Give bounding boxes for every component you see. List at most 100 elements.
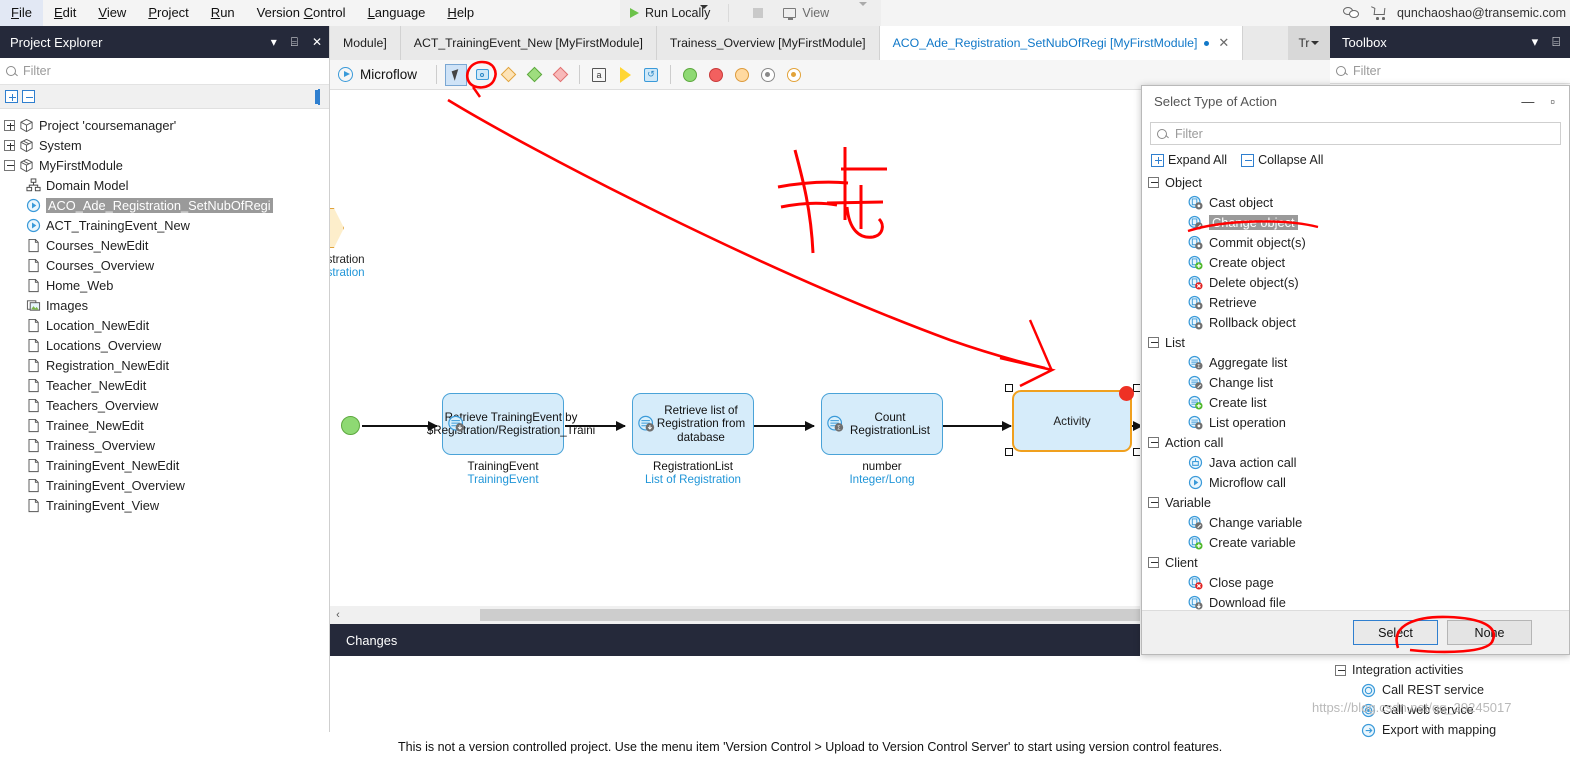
flow-node-retrieve-by-association[interactable]: Retrieve TrainingEvent by $Registration/… [442, 393, 564, 455]
tree-item-home-web[interactable]: Home_Web [0, 275, 329, 295]
tree-item-location-newedit[interactable]: Location_NewEdit [0, 315, 329, 335]
project-filter-input[interactable] [21, 63, 291, 79]
flow-start-event[interactable] [341, 416, 360, 435]
flow-node-activity-selected[interactable]: Activity [1012, 390, 1132, 452]
close-icon[interactable]: ✕ [305, 35, 329, 49]
cart-icon[interactable] [1371, 7, 1386, 20]
tab-overflow-button[interactable]: Tr [1288, 26, 1330, 60]
loop-tool-button[interactable]: ↺ [640, 64, 662, 86]
menu-item-project[interactable]: Project [137, 0, 199, 26]
menu-item-help[interactable]: Help [436, 0, 485, 26]
action-item-change-object[interactable]: Change object [1148, 212, 1569, 232]
tree-item-system[interactable]: System [0, 135, 329, 155]
changes-panel-header[interactable]: Changes [330, 624, 1140, 656]
action-group-list[interactable]: List [1148, 332, 1569, 352]
flow-node-retrieve-list[interactable]: Retrieve list of Registration from datab… [632, 393, 754, 455]
view-button[interactable]: View [775, 6, 837, 20]
tree-item-domain-model[interactable]: Domain Model [0, 175, 329, 195]
action-item-create-variable[interactable]: Create variable [1148, 532, 1569, 552]
action-item-change-list[interactable]: Change list [1148, 372, 1569, 392]
toolbox-item-export-with-mapping[interactable]: Export with mapping [1335, 720, 1570, 740]
dialog-filter-input[interactable] [1173, 126, 1503, 142]
tree-item-act-trainingevent-new[interactable]: ACT_TrainingEvent_New [0, 215, 329, 235]
scrollbar-thumb[interactable] [480, 609, 1140, 621]
action-item-close-page[interactable]: Close page [1148, 572, 1569, 592]
action-item-microflow-call[interactable]: Microflow call [1148, 472, 1569, 492]
tree-item-project-coursemanager[interactable]: Project 'coursemanager' [0, 115, 329, 135]
action-item-commit-object-s[interactable]: Commit object(s) [1148, 232, 1569, 252]
action-group-object[interactable]: Object [1148, 172, 1569, 192]
tab-close-icon[interactable]: ✕ [1218, 35, 1229, 51]
account-email[interactable]: qunchaoshao@transemic.com [1397, 6, 1566, 20]
action-item-list-operation[interactable]: List operation [1148, 412, 1569, 432]
collapse-icon[interactable] [1148, 177, 1159, 188]
stop-button[interactable] [753, 8, 763, 18]
editor-tab-3[interactable]: ACO_Ade_Registration_SetNubOfRegi [MyFir… [880, 26, 1244, 60]
scroll-left-icon[interactable]: ‹ [330, 609, 346, 621]
collapse-icon[interactable] [1148, 337, 1159, 348]
run-dropdown-caret[interactable] [700, 9, 708, 23]
tree-item-trainingevent-newedit[interactable]: TrainingEvent_NewEdit [0, 455, 329, 475]
break-event-tool-button[interactable] [757, 64, 779, 86]
tree-item-trainee-newedit[interactable]: Trainee_NewEdit [0, 415, 329, 435]
action-item-rollback-object[interactable]: Rollback object [1148, 312, 1569, 332]
collapse-icon[interactable] [1148, 497, 1159, 508]
tree-item-locations-overview[interactable]: Locations_Overview [0, 335, 329, 355]
pin-icon[interactable]: ⌸ [284, 35, 305, 50]
dialog-expand-all-button[interactable]: Expand All [1151, 153, 1227, 167]
resize-handle[interactable] [1005, 448, 1013, 456]
action-item-cast-object[interactable]: Cast object [1148, 192, 1569, 212]
end-event-tool-button[interactable] [705, 64, 727, 86]
action-group-action-call[interactable]: Action call [1148, 432, 1569, 452]
project-explorer-filter[interactable] [0, 58, 329, 85]
action-item-create-object[interactable]: Create object [1148, 252, 1569, 272]
action-item-delete-object-s[interactable]: Delete object(s) [1148, 272, 1569, 292]
collapse-all-icon[interactable] [22, 90, 35, 103]
tree-item-teachers-overview[interactable]: Teachers_Overview [0, 395, 329, 415]
tree-item-courses-overview[interactable]: Courses_Overview [0, 255, 329, 275]
none-button[interactable]: None [1447, 620, 1532, 645]
merge-tool-button[interactable] [523, 64, 545, 86]
collapse-icon[interactable] [1148, 437, 1159, 448]
action-item-download-file[interactable]: Download file [1148, 592, 1569, 610]
action-item-java-action-call[interactable]: Java action call [1148, 452, 1569, 472]
chat-icon[interactable] [1343, 7, 1360, 20]
toolbox-group-integration-activities[interactable]: Integration activities [1335, 660, 1570, 680]
menu-item-run[interactable]: Run [200, 0, 246, 26]
editor-tab-0[interactable]: Module] [330, 26, 401, 60]
exclusive-split-tool-button[interactable] [497, 64, 519, 86]
tree-item-myfirstmodule[interactable]: MyFirstModule [0, 155, 329, 175]
editor-tab-1[interactable]: ACT_TrainingEvent_New [MyFirstModule] [401, 26, 657, 60]
expand-icon[interactable] [4, 140, 15, 151]
tree-item-trainess-overview[interactable]: Trainess_Overview [0, 435, 329, 455]
dialog-collapse-all-button[interactable]: Collapse All [1241, 153, 1323, 167]
tree-item-trainingevent-view[interactable]: TrainingEvent_View [0, 495, 329, 515]
tree-item-trainingevent-overview[interactable]: TrainingEvent_Overview [0, 475, 329, 495]
toolbox-filter[interactable] [1330, 58, 1570, 84]
resize-handle[interactable] [1133, 448, 1140, 456]
toolbox-pin-icon[interactable]: ⌸ [1552, 34, 1560, 50]
continue-event-tool-button[interactable] [731, 64, 753, 86]
tree-item-courses-newedit[interactable]: Courses_NewEdit [0, 235, 329, 255]
annotation-tool-button[interactable]: a [588, 64, 610, 86]
tree-item-aco-ade-registration-setnubofregi[interactable]: ACO_Ade_Registration_SetNubOfRegi [0, 195, 329, 215]
resize-handle[interactable] [1005, 384, 1013, 392]
tree-item-teacher-newedit[interactable]: Teacher_NewEdit [0, 375, 329, 395]
minimize-icon[interactable]: — [1521, 94, 1534, 109]
menu-item-view[interactable]: View [87, 0, 137, 26]
collapse-icon[interactable] [4, 160, 15, 171]
maximize-icon[interactable]: ▫ [1550, 94, 1555, 109]
action-item-create-list[interactable]: Create list [1148, 392, 1569, 412]
canvas-horizontal-scrollbar[interactable]: ‹ [330, 606, 1140, 624]
action-item-change-variable[interactable]: Change variable [1148, 512, 1569, 532]
dialog-filter[interactable] [1150, 122, 1561, 145]
view-dropdown-caret[interactable] [837, 6, 881, 20]
flow-node-count[interactable]: Σ Count RegistrationList [821, 393, 943, 455]
menu-item-language[interactable]: Language [357, 0, 437, 26]
resize-handle[interactable] [1133, 384, 1140, 392]
panel-menu-caret-icon[interactable]: ▾ [264, 35, 284, 49]
toolbox-item-call-rest-service[interactable]: Call REST service [1335, 680, 1570, 700]
error-event-tool-button[interactable] [783, 64, 805, 86]
editor-tab-2[interactable]: Trainess_Overview [MyFirstModule] [657, 26, 880, 60]
parameter-tool-button[interactable] [614, 64, 636, 86]
